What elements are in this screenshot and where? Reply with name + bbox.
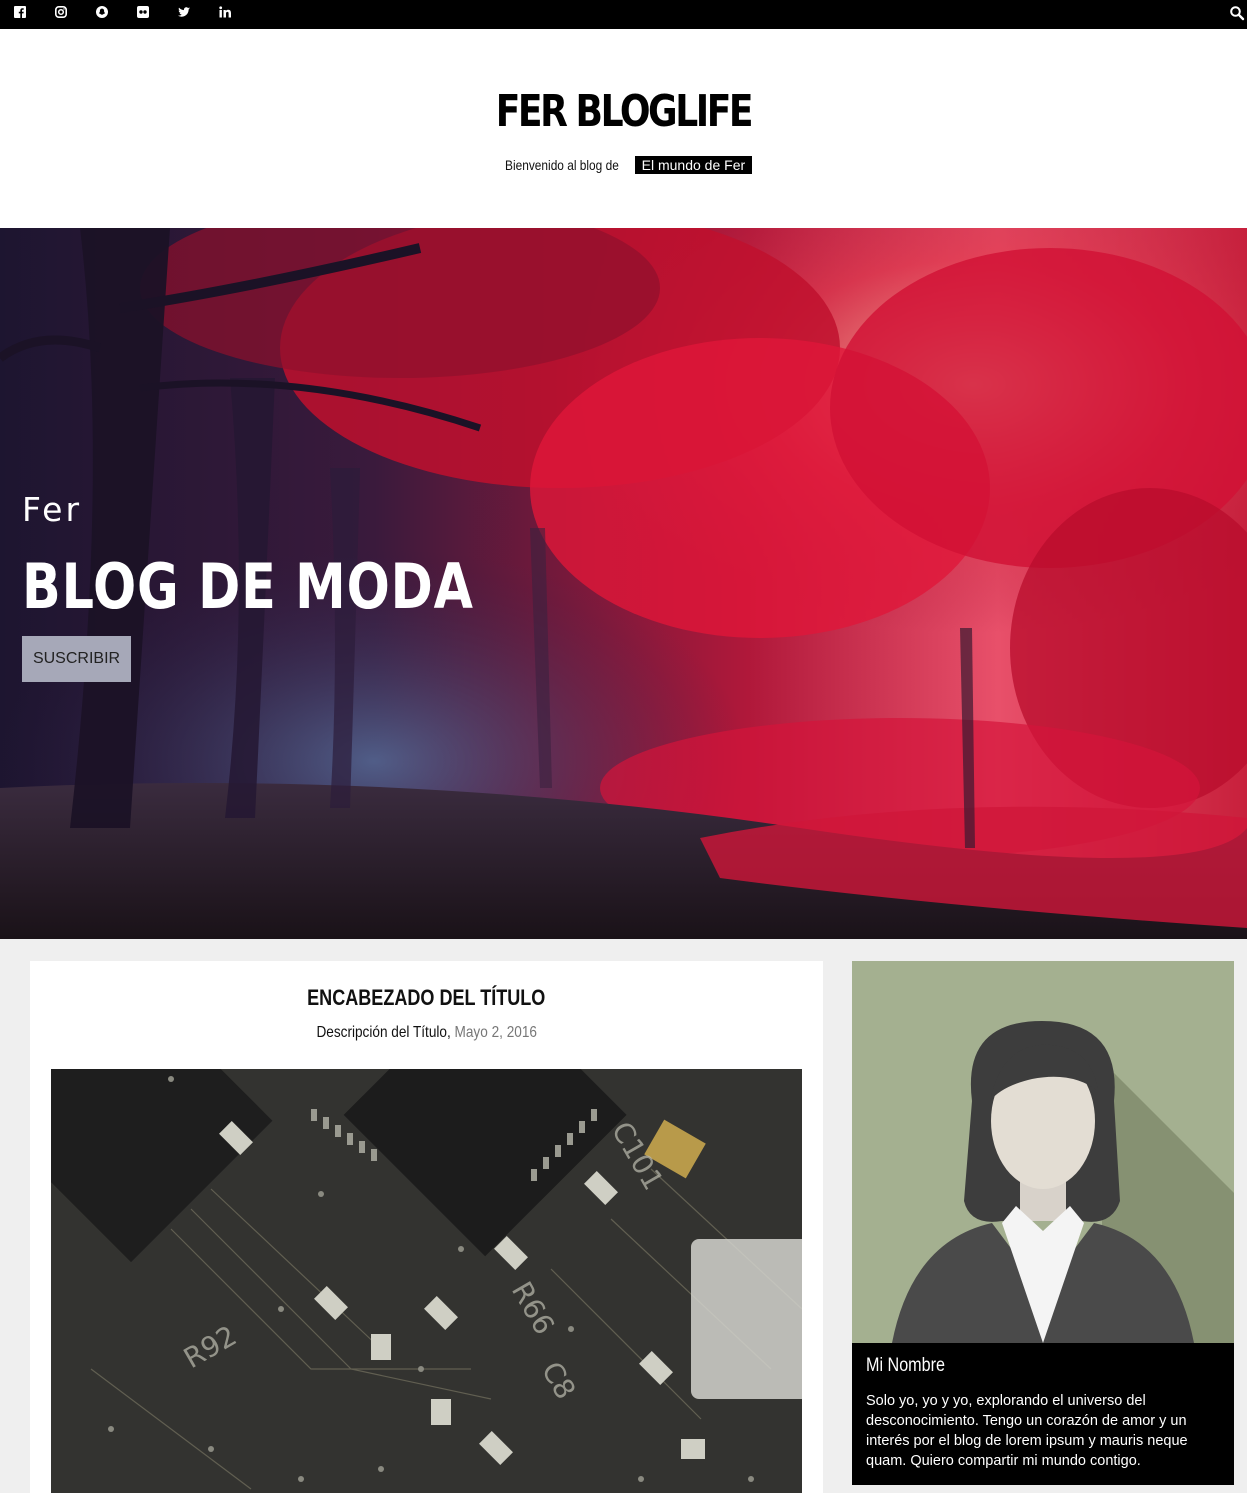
top-bar (0, 0, 1247, 29)
tagline-text: Bienvenido al blog de (504, 157, 619, 173)
snapchat-icon[interactable] (95, 5, 109, 19)
profile-name-text: Mi Nombre (866, 1355, 945, 1376)
profile-widget: Mi Nombre Solo yo, yo y yo, explorando e… (852, 961, 1234, 1485)
hero-title: BLOG DE MODA (22, 550, 474, 623)
site-tagline: Bienvenido al blog de El mundo de Fer (0, 156, 1247, 174)
social-links (13, 5, 259, 19)
linkedin-icon[interactable] (218, 5, 232, 19)
hero-banner: Fer BLOG DE MODA SUSCRIBIR (0, 228, 1247, 939)
tagline-highlight: El mundo de Fer (634, 156, 753, 174)
avatar (852, 961, 1234, 1343)
post-card: ENCABEZADO DEL TÍTULO Descripción del Tí… (30, 961, 823, 1493)
post-image-circuit-board[interactable]: R92 R66 C101 C8 (51, 1069, 802, 1493)
main-content: ENCABEZADO DEL TÍTULO Descripción del Tí… (0, 939, 1247, 1493)
facebook-icon[interactable] (13, 5, 27, 19)
search-icon[interactable] (1229, 5, 1245, 21)
twitter-icon[interactable] (177, 5, 191, 19)
hero-subtitle: Fer (22, 490, 83, 529)
post-date: Mayo 2, 2016 (454, 1024, 537, 1041)
profile-name: Mi Nombre (866, 1355, 959, 1377)
subscribe-button[interactable]: SUSCRIBIR (22, 636, 131, 682)
instagram-icon[interactable] (54, 5, 68, 19)
site-title[interactable]: FER BLOGLIFE (112, 86, 1135, 137)
flickr-icon[interactable] (136, 5, 150, 19)
post-description: Descripción del Título, (316, 1024, 451, 1041)
post-title-text: ENCABEZADO DEL TÍTULO (307, 985, 546, 1010)
profile-bio: Solo yo, yo y yo, explorando el universo… (866, 1393, 1188, 1469)
post-title[interactable]: ENCABEZADO DEL TÍTULO (30, 985, 823, 1011)
post-meta: Descripción del Título, Mayo 2, 2016 (30, 1024, 823, 1042)
